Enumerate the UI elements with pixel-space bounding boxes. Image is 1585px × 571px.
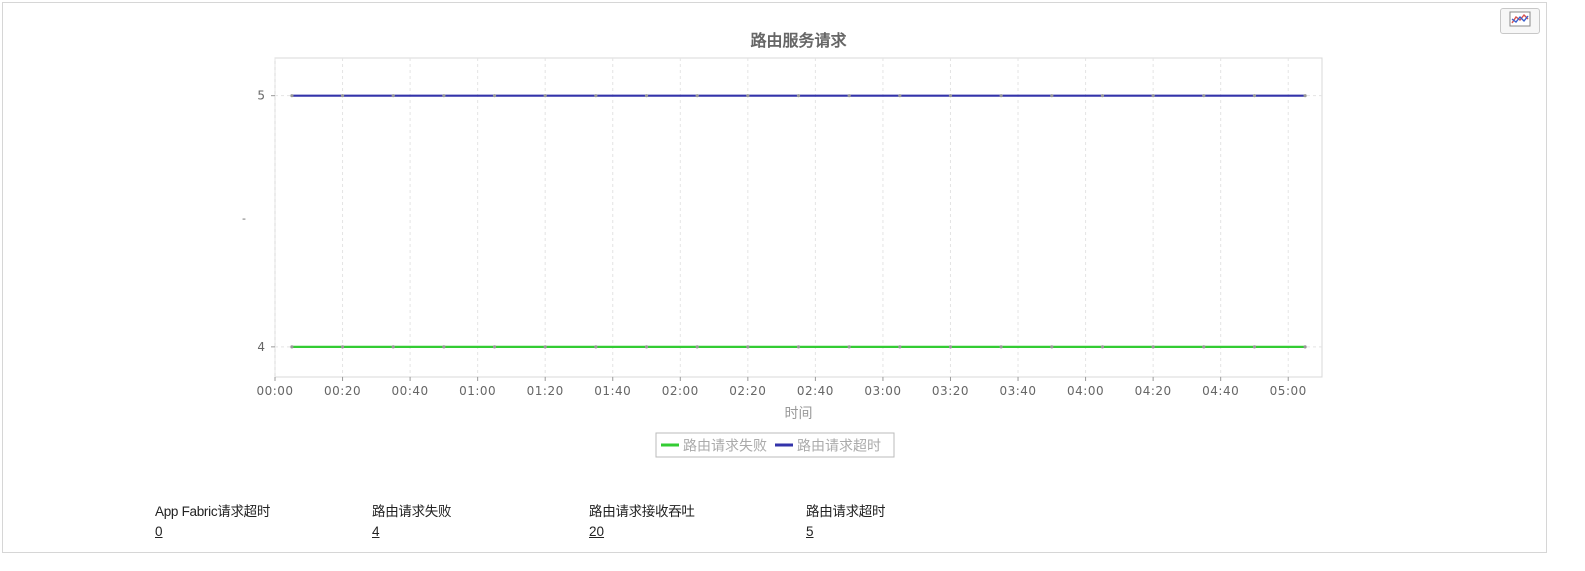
data-point bbox=[492, 345, 497, 349]
data-point bbox=[391, 94, 395, 98]
data-point bbox=[1303, 94, 1307, 98]
data-point bbox=[594, 94, 598, 98]
data-point bbox=[999, 94, 1003, 98]
metric-route-failure: 路由请求失败 4 bbox=[372, 500, 452, 540]
data-point bbox=[1252, 94, 1257, 98]
chart-type-toggle-button[interactable] bbox=[1500, 8, 1540, 34]
data-point bbox=[999, 345, 1003, 349]
metric-label: 路由请求失败 bbox=[372, 504, 452, 519]
metric-value-link[interactable]: 20 bbox=[589, 524, 604, 539]
y-axis-label: - bbox=[242, 212, 246, 225]
metric-label: 路由请求超时 bbox=[806, 504, 886, 519]
x-tick-label: 02:00 bbox=[662, 384, 699, 398]
line-chart-icon bbox=[1509, 11, 1531, 31]
data-point bbox=[847, 94, 851, 98]
metric-appfabric-timeout: App Fabric请求超时 0 bbox=[155, 500, 270, 540]
x-tick-label: 00:40 bbox=[392, 384, 429, 398]
legend-item-label: 路由请求超时 bbox=[797, 439, 881, 455]
x-tick-label: 02:20 bbox=[729, 384, 766, 398]
x-tick-label: 03:40 bbox=[999, 384, 1036, 398]
data-point bbox=[442, 94, 446, 98]
metric-value-link[interactable]: 5 bbox=[806, 524, 814, 539]
metric-value-link[interactable]: 4 bbox=[372, 524, 380, 539]
data-point bbox=[1303, 345, 1307, 349]
data-point bbox=[543, 94, 547, 98]
metric-route-throughput: 路由请求接收吞吐 20 bbox=[589, 500, 695, 540]
x-axis-label: 时间 bbox=[785, 406, 813, 422]
data-point bbox=[290, 345, 294, 349]
data-point bbox=[290, 94, 294, 98]
data-point bbox=[340, 345, 345, 349]
data-point bbox=[695, 94, 699, 98]
y-tick-label: 5 bbox=[257, 89, 265, 103]
data-point bbox=[796, 94, 801, 98]
data-point bbox=[594, 345, 598, 349]
x-tick-label: 00:20 bbox=[324, 384, 361, 398]
data-point bbox=[1050, 345, 1054, 349]
x-tick-label: 04:20 bbox=[1135, 384, 1172, 398]
data-point bbox=[695, 345, 699, 349]
data-point bbox=[746, 345, 750, 349]
x-tick-label: 00:00 bbox=[256, 384, 293, 398]
data-point bbox=[796, 345, 801, 349]
y-tick-label: 4 bbox=[257, 340, 265, 354]
x-tick-label: 04:40 bbox=[1202, 384, 1239, 398]
x-tick-label: 01:40 bbox=[594, 384, 631, 398]
data-point bbox=[948, 345, 953, 349]
data-point bbox=[898, 345, 902, 349]
x-tick-label: 03:00 bbox=[864, 384, 901, 398]
data-point bbox=[1151, 94, 1155, 98]
data-point bbox=[948, 94, 953, 98]
data-point bbox=[492, 94, 497, 98]
data-point bbox=[340, 94, 345, 98]
data-point bbox=[746, 94, 750, 98]
data-point bbox=[847, 345, 851, 349]
data-point bbox=[1252, 345, 1257, 349]
metric-label: App Fabric请求超时 bbox=[155, 504, 271, 519]
data-point bbox=[1050, 94, 1054, 98]
data-point bbox=[1100, 94, 1105, 98]
data-point bbox=[1202, 345, 1206, 349]
plot-area bbox=[274, 57, 1323, 378]
data-point bbox=[1202, 94, 1206, 98]
data-point bbox=[898, 94, 902, 98]
metric-value-link[interactable]: 0 bbox=[155, 524, 163, 539]
data-point bbox=[543, 345, 547, 349]
data-point bbox=[391, 345, 395, 349]
legend-item-label: 路由请求失败 bbox=[683, 439, 767, 455]
x-tick-label: 01:00 bbox=[459, 384, 496, 398]
x-tick-label: 04:00 bbox=[1067, 384, 1104, 398]
chart-title: 路由服务请求 bbox=[750, 31, 847, 50]
x-tick-label: 03:20 bbox=[932, 384, 969, 398]
data-point bbox=[1151, 345, 1155, 349]
data-point bbox=[1100, 345, 1105, 349]
line-chart: 00:00 00:20 00:40 01:00 01:20 01:40 02:00 02:20… bbox=[242, 31, 1323, 458]
metric-label: 路由请求接收吞吐 bbox=[589, 504, 695, 519]
x-tick-label: 01:20 bbox=[527, 384, 564, 398]
data-point bbox=[442, 345, 446, 349]
x-tick-label: 05:00 bbox=[1270, 384, 1307, 398]
data-point bbox=[644, 345, 649, 349]
metrics-summary: App Fabric请求超时 0 路由请求失败 4 路由请求接收吞吐 20 路由… bbox=[0, 500, 1200, 550]
metric-route-timeout: 路由请求超时 5 bbox=[806, 500, 886, 540]
x-tick-label: 02:40 bbox=[797, 384, 834, 398]
data-point bbox=[644, 94, 649, 98]
